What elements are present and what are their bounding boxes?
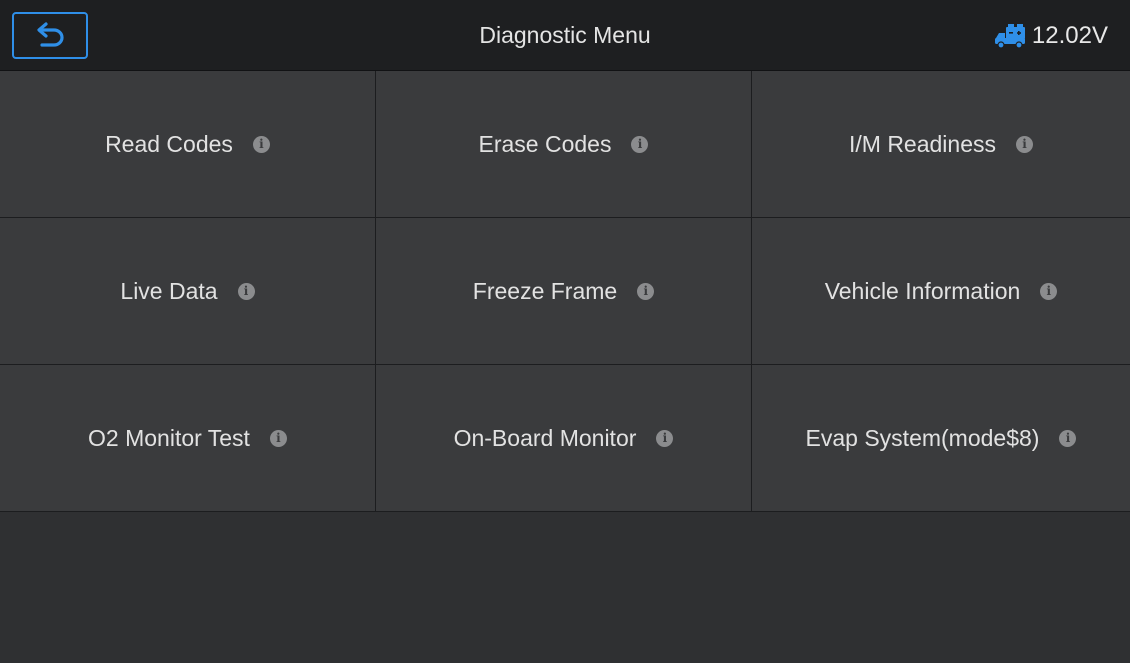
menu-item-erase-codes[interactable]: Erase Codes i xyxy=(376,71,752,218)
menu-item-vehicle-information[interactable]: Vehicle Information i xyxy=(752,218,1130,365)
diagnostic-menu-grid: Read Codes i Erase Codes i I/M Readiness… xyxy=(0,71,1130,512)
menu-item-live-data[interactable]: Live Data i xyxy=(0,218,376,365)
info-icon[interactable]: i xyxy=(1040,282,1058,300)
info-icon[interactable]: i xyxy=(631,135,649,153)
menu-item-im-readiness[interactable]: I/M Readiness i xyxy=(752,71,1130,218)
page-title: Diagnostic Menu xyxy=(479,22,651,48)
menu-item-label: Erase Codes xyxy=(478,130,612,157)
info-icon[interactable]: i xyxy=(1059,429,1077,447)
menu-item-freeze-frame[interactable]: Freeze Frame i xyxy=(376,218,752,365)
menu-item-read-codes[interactable]: Read Codes i xyxy=(0,71,376,218)
menu-item-label: Live Data xyxy=(120,277,218,304)
vehicle-battery-icon xyxy=(994,23,1025,49)
menu-item-evap-system[interactable]: Evap System(mode$8) i xyxy=(752,365,1130,512)
info-icon[interactable]: i xyxy=(237,282,255,300)
info-icon[interactable]: i xyxy=(1016,135,1033,153)
menu-item-o2-monitor-test[interactable]: O2 Monitor Test i xyxy=(0,365,376,512)
menu-item-label: Evap System(mode$8) xyxy=(805,424,1040,451)
menu-item-label: I/M Readiness xyxy=(848,130,996,157)
battery-status: 12.02V xyxy=(994,0,1108,71)
menu-item-label: Vehicle Information xyxy=(824,277,1021,304)
menu-item-label: Read Codes xyxy=(105,130,233,157)
info-icon[interactable]: i xyxy=(637,282,655,300)
back-arrow-icon xyxy=(37,21,64,47)
info-icon[interactable]: i xyxy=(252,135,270,153)
menu-item-label: O2 Monitor Test xyxy=(88,424,250,451)
header-bar: Diagnostic Menu 12.02V xyxy=(0,0,1130,71)
menu-item-label: Freeze Frame xyxy=(472,277,618,304)
battery-voltage: 12.02V xyxy=(1031,21,1108,49)
menu-item-on-board-monitor[interactable]: On-Board Monitor i xyxy=(376,365,752,512)
back-button[interactable] xyxy=(12,12,88,59)
info-icon[interactable]: i xyxy=(656,429,674,447)
info-icon[interactable]: i xyxy=(269,429,287,447)
diagnostic-screen: Diagnostic Menu 12.02V Read Codes i Eras… xyxy=(0,0,1130,663)
menu-item-label: On-Board Monitor xyxy=(453,424,637,451)
